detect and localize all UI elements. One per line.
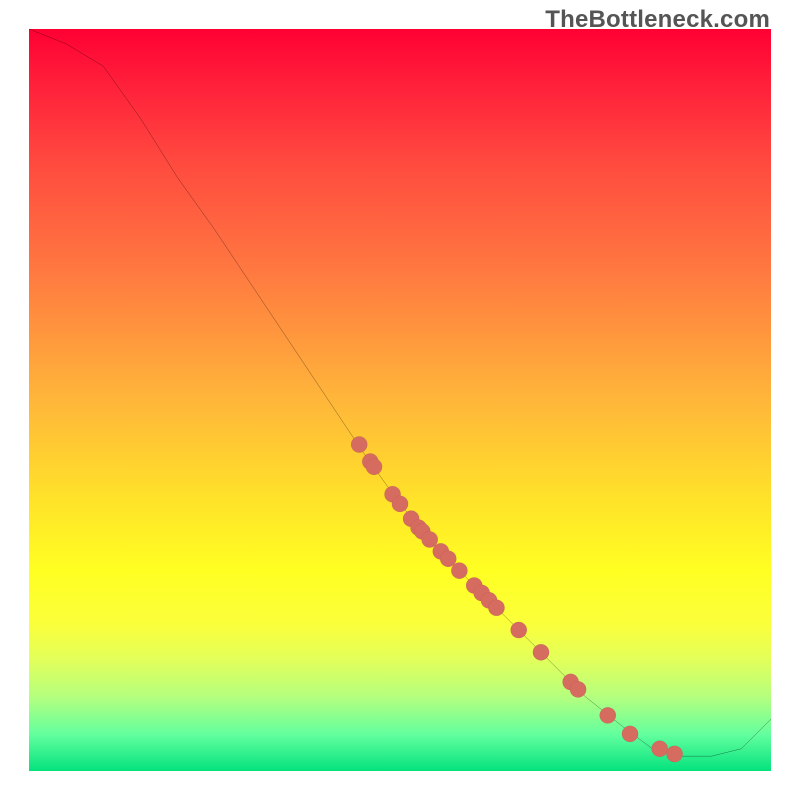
chart-svg bbox=[29, 29, 771, 771]
data-point bbox=[533, 644, 549, 660]
data-point bbox=[366, 459, 382, 475]
data-point bbox=[600, 707, 616, 723]
line-series bbox=[29, 29, 771, 756]
data-point bbox=[488, 600, 504, 616]
data-point bbox=[511, 622, 527, 638]
data-point bbox=[351, 436, 367, 452]
chart-container: TheBottleneck.com bbox=[0, 0, 800, 800]
data-point bbox=[622, 726, 638, 742]
data-point bbox=[392, 496, 408, 512]
data-point bbox=[570, 681, 586, 697]
data-point bbox=[451, 562, 467, 578]
data-point bbox=[666, 746, 682, 762]
scatter-points bbox=[351, 436, 683, 762]
data-point bbox=[652, 741, 668, 757]
